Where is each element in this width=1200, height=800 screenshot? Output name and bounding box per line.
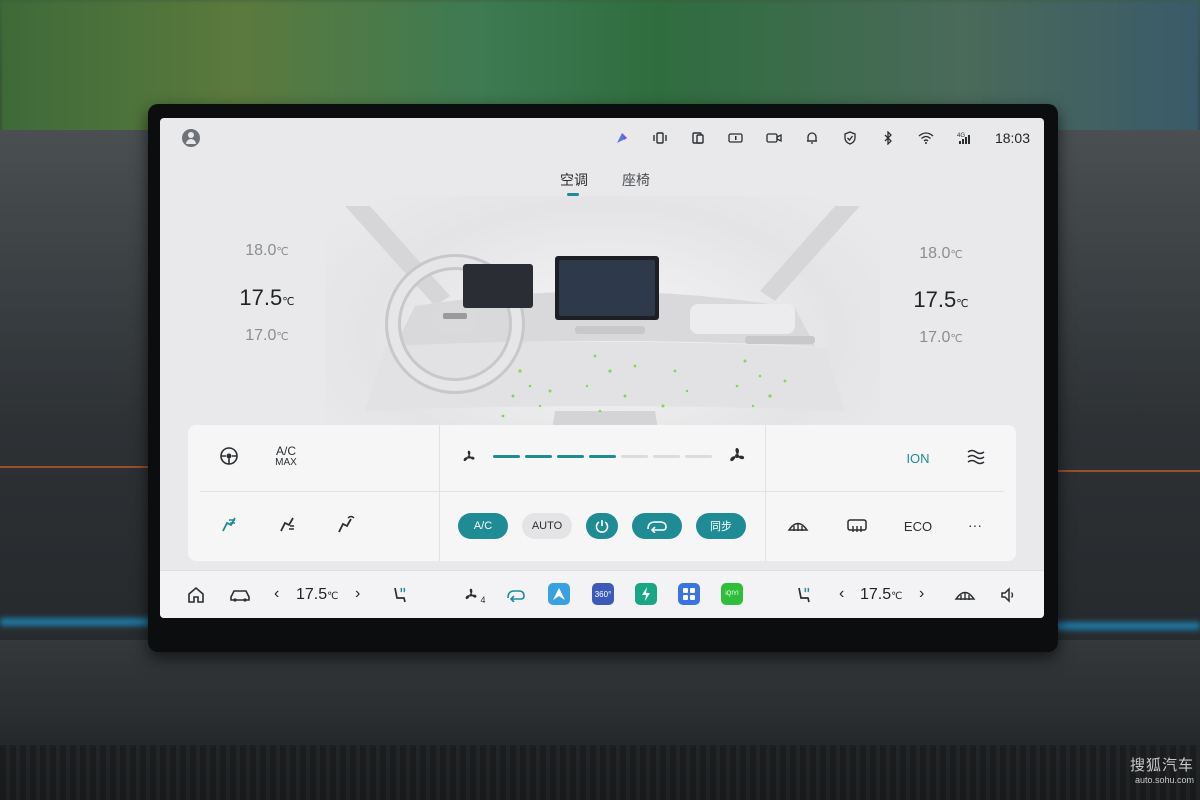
fan-speed-segment[interactable] xyxy=(621,455,648,458)
fan-speed-segment[interactable] xyxy=(525,455,552,458)
fan-level-value: 4 xyxy=(480,595,486,605)
fan-speed-segment[interactable] xyxy=(557,455,584,458)
recirculation-dock-icon[interactable] xyxy=(503,583,529,607)
fan-speed-segment[interactable] xyxy=(653,455,680,458)
clock: 18:03 xyxy=(994,130,1030,146)
left-temp-decrease-button[interactable]: ‹ xyxy=(274,585,279,603)
dock-right-temp: 17.5℃ xyxy=(860,586,903,603)
navigation-app-icon[interactable] xyxy=(548,583,570,605)
airflow-defrost-icon[interactable] xyxy=(328,510,364,540)
power-icon xyxy=(595,520,609,533)
signal-icon: 4G xyxy=(953,128,975,148)
eco-button[interactable]: ECO xyxy=(898,520,938,533)
more-button[interactable]: ··· xyxy=(957,518,993,532)
tab-seat[interactable]: 座椅 xyxy=(622,170,650,190)
dashboard-right xyxy=(1050,130,1200,630)
fan-large-icon[interactable] xyxy=(719,441,755,471)
fan-speed-segment[interactable] xyxy=(493,455,520,458)
bell-icon xyxy=(801,128,823,148)
status-bar: 4G 18:03 xyxy=(160,118,1044,158)
home-icon[interactable] xyxy=(184,583,208,607)
ion-button[interactable]: ION xyxy=(900,452,936,465)
bottom-dock: ‹ 17.5℃ › 4 360° iQIYI ‹ 17.5℃ › xyxy=(160,570,1044,618)
avatar-icon[interactable] xyxy=(182,129,200,147)
steering-wheel-heat-icon[interactable] xyxy=(211,441,247,471)
dashboard-left xyxy=(0,130,150,630)
watermark-line1: 搜狐汽车 xyxy=(1129,757,1194,774)
ac-max-line2: MAX xyxy=(275,457,297,468)
fan-speed-segment[interactable] xyxy=(589,455,616,458)
panel-divider xyxy=(765,425,766,561)
ambient-light xyxy=(0,618,150,626)
fan-level-icon[interactable]: 4 xyxy=(460,583,488,607)
sync-button[interactable]: 同步 xyxy=(696,513,746,539)
car-icon[interactable] xyxy=(227,583,253,607)
bluetooth-icon xyxy=(877,128,899,148)
left-temp-current: 17.5℃ xyxy=(239,285,295,310)
watermark-line2: auto.sohu.com xyxy=(1134,775,1194,785)
front-defrost-icon[interactable] xyxy=(780,511,816,541)
right-temp-increase-button[interactable]: › xyxy=(919,585,924,603)
infotainment-screen: 4G 18:03 空调 座椅 18.0℃ 17.5℃ 17.0℃ 18.0℃ 1… xyxy=(160,118,1044,618)
passenger-seat-heat-icon[interactable] xyxy=(790,583,816,607)
airflow-icon[interactable] xyxy=(958,442,994,472)
status-icons: 4G 18:03 xyxy=(611,128,1030,148)
recirculation-button[interactable] xyxy=(632,513,682,539)
battery-icon xyxy=(725,128,747,148)
right-temp-current: 17.5℃ xyxy=(913,287,969,312)
climate-control-panel xyxy=(188,425,1016,561)
shield-icon xyxy=(839,128,861,148)
right-temp-decrease-button[interactable]: ‹ xyxy=(839,585,844,603)
rear-defrost-icon[interactable] xyxy=(839,511,875,541)
fan-small-icon[interactable] xyxy=(451,442,487,472)
ac-button[interactable]: A/C xyxy=(458,513,508,539)
360-camera-app-icon[interactable]: 360° xyxy=(592,583,614,605)
left-temp-down[interactable]: 17.0℃ xyxy=(222,327,312,345)
volume-icon[interactable] xyxy=(996,583,1020,607)
dock-left-temp: 17.5℃ xyxy=(296,586,339,603)
fan-speed-segment[interactable] xyxy=(685,455,712,458)
left-temp-up[interactable]: 18.0℃ xyxy=(222,242,312,260)
panel-divider xyxy=(200,491,1004,492)
app-indicator-icon xyxy=(611,128,633,148)
charging-app-icon[interactable] xyxy=(635,583,657,605)
left-temp-increase-button[interactable]: › xyxy=(355,585,360,603)
air-vent-grille xyxy=(0,745,1200,800)
panel-divider xyxy=(439,425,440,561)
airflow-face-icon[interactable] xyxy=(211,510,247,540)
power-button[interactable] xyxy=(586,513,618,539)
seat-heat-icon[interactable] xyxy=(386,583,412,607)
dashboard-stitching xyxy=(1052,470,1200,472)
airflow-feet-icon[interactable] xyxy=(269,510,305,540)
iqiyi-app-icon[interactable]: iQIYI xyxy=(721,583,743,605)
dashboard-stitching xyxy=(0,466,148,468)
dashcam-icon xyxy=(763,128,785,148)
right-temp-up[interactable]: 18.0℃ xyxy=(896,245,986,263)
recirculation-icon xyxy=(647,521,667,533)
wifi-icon xyxy=(915,128,937,148)
apps-grid-icon[interactable] xyxy=(678,583,700,605)
ambient-light xyxy=(1050,622,1200,630)
watermark: 搜狐汽车 auto.sohu.com xyxy=(1130,754,1194,785)
defrost-dock-icon[interactable] xyxy=(952,583,978,607)
vibration-icon xyxy=(649,128,671,148)
cast-icon xyxy=(687,128,709,148)
network-label: 4G xyxy=(957,133,965,139)
ac-max-line1: A/C xyxy=(275,444,296,458)
auto-button[interactable]: AUTO xyxy=(522,513,572,539)
tab-air-conditioning[interactable]: 空调 xyxy=(560,170,588,190)
ac-max-button[interactable]: A/C MAX xyxy=(268,445,304,469)
right-temp-down[interactable]: 17.0℃ xyxy=(896,329,986,347)
